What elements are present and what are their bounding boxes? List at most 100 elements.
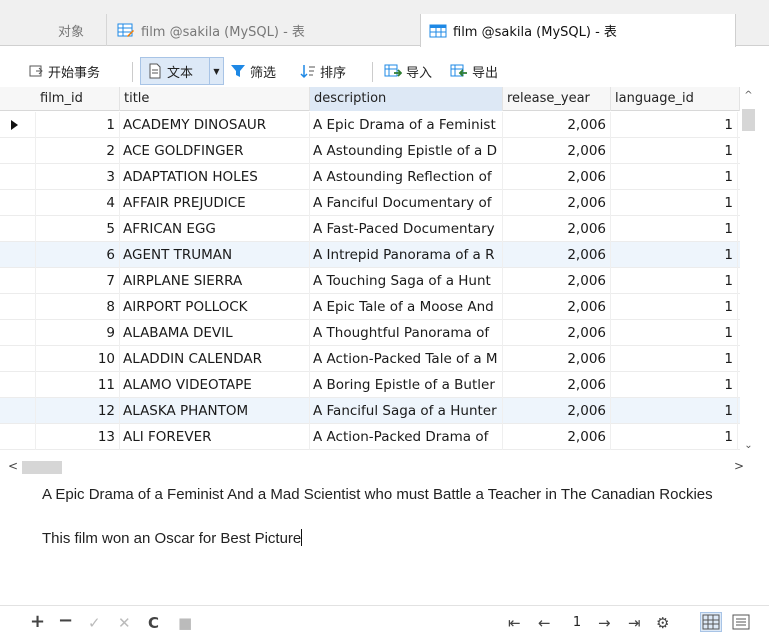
cell-film-id[interactable]: 5 (36, 216, 120, 242)
row-indicator[interactable] (0, 164, 36, 190)
cell-film-id[interactable]: 12 (36, 398, 120, 424)
row-indicator[interactable] (0, 398, 36, 424)
previous-page-icon[interactable]: ← (538, 614, 551, 632)
column-header-description[interactable]: description (310, 87, 503, 111)
cell-language-id[interactable]: 1 (611, 424, 738, 450)
cell-language-id[interactable]: 1 (611, 372, 738, 398)
cell-release-year[interactable]: 2,006 (503, 138, 611, 164)
column-header-title[interactable]: title (120, 87, 310, 111)
cell-title[interactable]: ALADDIN CALENDAR (120, 346, 310, 372)
cell-description[interactable]: A Thoughtful Panorama of (310, 320, 503, 346)
import-button[interactable]: 导入 (384, 58, 432, 84)
column-header-language-id[interactable]: language_id (611, 87, 740, 111)
scroll-right-icon[interactable]: > (734, 459, 744, 473)
cell-title[interactable]: ALASKA PHANTOM (120, 398, 310, 424)
vertical-scroll-thumb[interactable] (742, 109, 755, 131)
cell-title[interactable]: ALAMO VIDEOTAPE (120, 372, 310, 398)
cell-description[interactable]: A Astounding Epistle of a D (310, 138, 503, 164)
table-row[interactable]: 5 AFRICAN EGG A Fast-Paced Documentary 2,00… (0, 216, 740, 242)
cell-language-id[interactable]: 1 (611, 320, 738, 346)
cell-description[interactable]: A Epic Drama of a Feminist (310, 112, 503, 138)
cell-title[interactable]: AFRICAN EGG (120, 216, 310, 242)
form-view-button[interactable] (730, 612, 752, 632)
scroll-left-icon[interactable]: < (8, 459, 18, 473)
cell-language-id[interactable]: 1 (611, 190, 738, 216)
filter-button[interactable]: 筛选 (230, 58, 276, 84)
row-indicator[interactable] (0, 294, 36, 320)
text-view-button[interactable]: 文本 ▼ (140, 57, 224, 85)
cell-release-year[interactable]: 2,006 (503, 294, 611, 320)
row-indicator[interactable] (0, 424, 36, 450)
begin-transaction-button[interactable]: 开始事务 (28, 58, 100, 84)
table-row[interactable]: 3 ADAPTATION HOLES A Astounding Reflection… (0, 164, 740, 190)
row-indicator[interactable] (0, 268, 36, 294)
cell-language-id[interactable]: 1 (611, 268, 738, 294)
column-header-film-id[interactable]: film_id (36, 87, 120, 111)
table-row[interactable]: 12 ALASKA PHANTOM A Fanciful Saga of a Hun… (0, 398, 740, 424)
refresh-icon[interactable]: C (148, 614, 159, 632)
table-row[interactable]: 13 ALI FOREVER A Action-Packed Drama of 2,0… (0, 424, 740, 450)
cell-release-year[interactable]: 2,006 (503, 424, 611, 450)
cell-description[interactable]: A Fanciful Documentary of (310, 190, 503, 216)
table-row[interactable]: 4 AFFAIR PREJUDICE A Fanciful Documentary … (0, 190, 740, 216)
table-row[interactable]: 11 ALAMO VIDEOTAPE A Boring Epistle of a B… (0, 372, 740, 398)
cell-description[interactable]: A Fast-Paced Documentary (310, 216, 503, 242)
cell-title[interactable]: ADAPTATION HOLES (120, 164, 310, 190)
row-indicator[interactable] (0, 346, 36, 372)
row-indicator[interactable] (0, 112, 36, 138)
cell-language-id[interactable]: 1 (611, 138, 738, 164)
horizontal-scrollbar[interactable]: < > (0, 457, 757, 477)
cell-description[interactable]: A Action-Packed Tale of a M (310, 346, 503, 372)
cell-film-id[interactable]: 11 (36, 372, 120, 398)
add-record-icon[interactable]: + (30, 611, 45, 632)
cell-release-year[interactable]: 2,006 (503, 216, 611, 242)
cell-language-id[interactable]: 1 (611, 294, 738, 320)
table-row[interactable]: 2 ACE GOLDFINGER A Astounding Epistle of a… (0, 138, 740, 164)
cell-release-year[interactable]: 2,006 (503, 346, 611, 372)
settings-gear-icon[interactable]: ⚙ (656, 614, 669, 632)
table-row[interactable]: 9 ALABAMA DEVIL A Thoughtful Panorama of 2,… (0, 320, 740, 346)
cell-film-id[interactable]: 10 (36, 346, 120, 372)
stop-icon[interactable]: ■ (178, 614, 192, 632)
next-page-icon[interactable]: → (598, 614, 611, 632)
cell-language-id[interactable]: 1 (611, 216, 738, 242)
text-preview-pane[interactable]: A Epic Drama of a Feminist And a Mad Sci… (0, 478, 757, 605)
cell-film-id[interactable]: 7 (36, 268, 120, 294)
table-row[interactable]: 8 AIRPORT POLLOCK A Epic Tale of a Moose A… (0, 294, 740, 320)
tab-film-2[interactable]: film @sakila (MySQL) - 表 (420, 14, 736, 47)
cell-release-year[interactable]: 2,006 (503, 320, 611, 346)
scroll-down-icon[interactable]: ⌄ (740, 439, 757, 453)
cell-language-id[interactable]: 1 (611, 346, 738, 372)
cell-title[interactable]: AFFAIR PREJUDICE (120, 190, 310, 216)
cell-language-id[interactable]: 1 (611, 398, 738, 424)
cell-release-year[interactable]: 2,006 (503, 372, 611, 398)
cell-film-id[interactable]: 3 (36, 164, 120, 190)
row-indicator[interactable] (0, 372, 36, 398)
cell-title[interactable]: ALABAMA DEVIL (120, 320, 310, 346)
sort-button[interactable]: 排序 (300, 58, 346, 84)
delete-record-icon[interactable]: − (58, 610, 73, 631)
discard-x-icon[interactable]: ✕ (118, 614, 131, 632)
cell-title[interactable]: AIRPLANE SIERRA (120, 268, 310, 294)
cell-release-year[interactable]: 2,006 (503, 268, 611, 294)
last-page-icon[interactable]: ⇥ (628, 614, 641, 632)
cell-film-id[interactable]: 6 (36, 242, 120, 268)
table-row[interactable]: 1 ACADEMY DINOSAUR A Epic Drama of a Femin… (0, 112, 740, 138)
cell-film-id[interactable]: 9 (36, 320, 120, 346)
table-row[interactable]: 7 AIRPLANE SIERRA A Touching Saga of a Hun… (0, 268, 740, 294)
cell-release-year[interactable]: 2,006 (503, 190, 611, 216)
cell-film-id[interactable]: 8 (36, 294, 120, 320)
tab-objects[interactable]: 对象 (36, 14, 106, 46)
horizontal-scroll-thumb[interactable] (22, 461, 62, 474)
cell-description[interactable]: A Action-Packed Drama of (310, 424, 503, 450)
cell-film-id[interactable]: 4 (36, 190, 120, 216)
cell-description[interactable]: A Epic Tale of a Moose And (310, 294, 503, 320)
cell-language-id[interactable]: 1 (611, 112, 738, 138)
table-row[interactable]: 10 ALADDIN CALENDAR A Action-Packed Tale o… (0, 346, 740, 372)
scroll-up-icon[interactable]: ^ (740, 89, 757, 103)
cell-film-id[interactable]: 2 (36, 138, 120, 164)
cell-language-id[interactable]: 1 (611, 164, 738, 190)
column-header-release-year[interactable]: release_year (503, 87, 611, 111)
cell-title[interactable]: ALI FOREVER (120, 424, 310, 450)
cell-release-year[interactable]: 2,006 (503, 164, 611, 190)
